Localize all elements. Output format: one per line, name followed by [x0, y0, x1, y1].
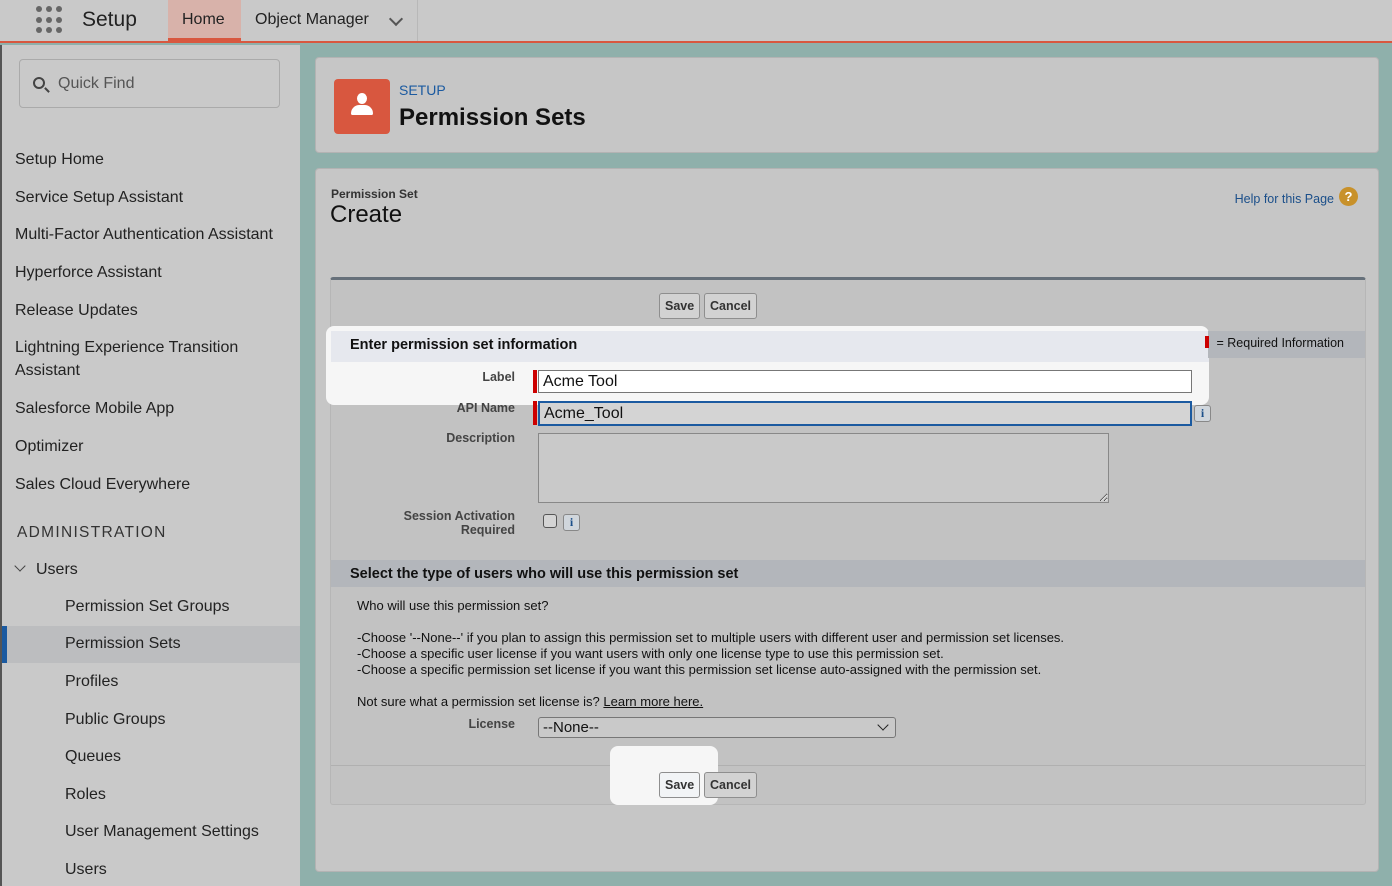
quick-find[interactable] — [19, 59, 280, 108]
object-label: Permission Set — [331, 187, 418, 201]
person-icon — [351, 93, 373, 119]
sidebar-section-administration: ADMINISTRATION — [17, 524, 167, 541]
sidebar-item-lightning-transition-assistant[interactable]: Lightning Experience Transition Assistan… — [15, 336, 255, 382]
global-header: Setup Home Object Manager — [0, 0, 1392, 43]
app-name: Setup — [82, 8, 137, 31]
header-eyebrow: SETUP — [399, 82, 446, 98]
sidebar-item-service-setup-assistant[interactable]: Service Setup Assistant — [15, 186, 183, 209]
section-header-user-type: Select the type of users who will use th… — [331, 560, 1365, 587]
chevron-down-icon — [877, 719, 889, 731]
required-marker — [533, 370, 537, 393]
sidebar-item-profiles[interactable]: Profiles — [2, 664, 300, 701]
help-link[interactable]: Help for this Page — [1235, 192, 1334, 206]
cancel-button-top[interactable]: Cancel — [704, 293, 757, 319]
api-name-field-label: API Name — [456, 401, 515, 415]
permission-set-icon — [334, 79, 390, 134]
sidebar-item-public-groups[interactable]: Public Groups — [2, 702, 300, 739]
sidebar-item-user-management-settings[interactable]: User Management Settings — [2, 814, 300, 851]
required-marker — [1205, 336, 1210, 348]
description-field-label: Description — [446, 431, 515, 445]
license-hint-user: -Choose a specific user license if you w… — [357, 646, 944, 661]
sidebar-group-users-label: Users — [36, 561, 78, 578]
api-name-input[interactable] — [538, 401, 1192, 426]
sidebar-item-hyperforce-assistant[interactable]: Hyperforce Assistant — [15, 261, 162, 284]
sidebar-item-permission-sets[interactable]: Permission Sets — [2, 626, 300, 663]
description-textarea[interactable] — [538, 433, 1109, 503]
tab-home[interactable]: Home — [168, 0, 241, 41]
learn-more-link[interactable]: Learn more here. — [603, 694, 703, 709]
permission-set-form: Save Cancel Enter permission set informa… — [326, 277, 1366, 805]
tab-home-label: Home — [182, 11, 225, 28]
cancel-button-bottom[interactable]: Cancel — [704, 772, 757, 798]
required-legend: = Required Information — [1205, 336, 1344, 350]
sidebar-item-permission-set-groups[interactable]: Permission Set Groups — [2, 589, 300, 626]
help-icon[interactable]: ? — [1339, 187, 1358, 206]
license-hint-psl: -Choose a specific permission set licens… — [357, 662, 1042, 677]
info-icon[interactable]: i — [563, 514, 580, 531]
quick-find-input[interactable] — [58, 72, 268, 96]
sidebar-item-release-updates[interactable]: Release Updates — [15, 299, 138, 322]
create-title: Create — [330, 201, 403, 228]
required-marker — [533, 401, 537, 425]
label-field-label: Label — [482, 370, 515, 384]
sidebar-item-queues[interactable]: Queues — [2, 739, 300, 776]
page-header: SETUP Permission Sets — [315, 57, 1379, 153]
save-button-top[interactable]: Save — [659, 293, 701, 319]
license-select[interactable]: --None-- — [538, 717, 896, 738]
divider — [331, 765, 1365, 766]
license-help-text: Not sure what a permission set license i… — [357, 694, 704, 709]
sidebar-item-optimizer[interactable]: Optimizer — [15, 435, 83, 458]
sidebar-item-sales-cloud-everywhere[interactable]: Sales Cloud Everywhere — [15, 473, 190, 496]
tab-object-manager-label: Object Manager — [255, 11, 369, 28]
label-input[interactable] — [538, 370, 1192, 393]
save-button-bottom[interactable]: Save — [659, 772, 701, 798]
session-activation-checkbox[interactable] — [543, 514, 557, 528]
required-legend-text: = Required Information — [1216, 336, 1344, 350]
license-select-value: --None-- — [543, 719, 599, 736]
chevron-down-icon[interactable] — [14, 560, 26, 572]
sidebar-item-salesforce-mobile-app[interactable]: Salesforce Mobile App — [15, 397, 174, 420]
main-content: Permission Set Create Help for this Page… — [315, 168, 1379, 872]
session-activation-label: Session Activation Required — [403, 509, 515, 537]
chevron-down-icon[interactable] — [388, 11, 404, 27]
app-launcher-icon[interactable] — [36, 6, 64, 34]
sidebar-group-users[interactable]: Users — [12, 560, 78, 579]
license-hint-none: -Choose '--None--' if you plan to assign… — [357, 630, 1065, 645]
sidebar-item-mfa-assistant[interactable]: Multi-Factor Authentication Assistant — [15, 223, 273, 246]
license-field-label: License — [468, 717, 515, 731]
search-icon — [33, 77, 45, 89]
sidebar-item-setup-home[interactable]: Setup Home — [15, 148, 104, 171]
page-title: Permission Sets — [399, 104, 586, 131]
sidebar-item-users[interactable]: Users — [2, 852, 300, 886]
tab-object-manager[interactable]: Object Manager — [241, 0, 418, 41]
info-icon[interactable]: i — [1194, 405, 1211, 422]
setup-sidebar: Setup Home Service Setup Assistant Multi… — [0, 45, 300, 886]
sidebar-item-roles[interactable]: Roles — [2, 777, 300, 814]
license-question: Who will use this permission set? — [357, 598, 549, 613]
